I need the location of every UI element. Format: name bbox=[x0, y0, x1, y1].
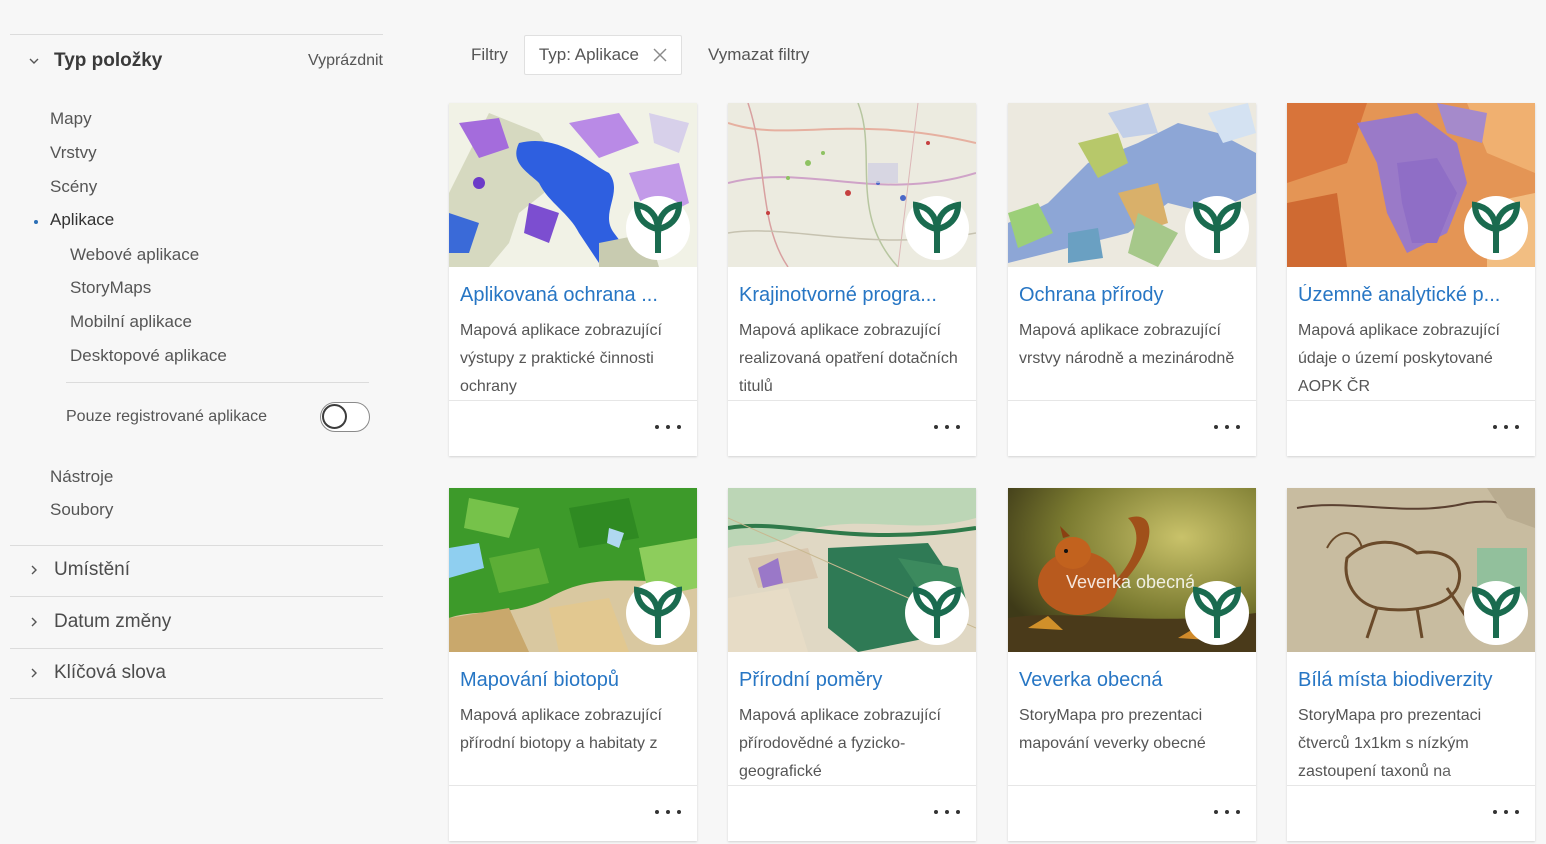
toggle-label: Pouze registrované aplikace bbox=[66, 408, 268, 425]
aopk-leaf-logo-icon bbox=[905, 581, 969, 645]
aopk-leaf-logo-icon bbox=[1185, 581, 1249, 645]
card-description: Mapová aplikace zobrazující realizovaná … bbox=[739, 317, 969, 401]
divider bbox=[10, 698, 383, 699]
card-title[interactable]: Územně analytické p... bbox=[1298, 284, 1526, 307]
card-thumbnail[interactable] bbox=[449, 103, 697, 267]
card-description: Mapová aplikace zobrazující přírodní bio… bbox=[460, 702, 690, 786]
type-subitem-desktop-apps[interactable]: Desktopové aplikace bbox=[70, 346, 227, 366]
active-filters-bar: Filtry Typ: Aplikace Vymazat filtry bbox=[471, 35, 809, 75]
divider bbox=[10, 34, 383, 35]
type-subitem-storymaps[interactable]: StoryMaps bbox=[70, 278, 151, 298]
divider bbox=[10, 648, 383, 649]
more-options-icon[interactable] bbox=[934, 417, 960, 437]
card-thumbnail[interactable]: Veverka obecná bbox=[1008, 488, 1256, 652]
registered-apps-toggle[interactable] bbox=[320, 402, 370, 432]
card-footer bbox=[728, 400, 976, 456]
more-options-icon[interactable] bbox=[655, 802, 681, 822]
type-subitem-web-apps[interactable]: Webové aplikace bbox=[70, 245, 199, 265]
card-footer bbox=[1287, 785, 1535, 841]
more-options-icon[interactable] bbox=[1214, 417, 1240, 437]
close-icon[interactable] bbox=[651, 46, 669, 64]
card-thumbnail[interactable] bbox=[728, 488, 976, 652]
type-item-scenes[interactable]: Scény bbox=[50, 177, 97, 197]
facet-header-keywords[interactable]: Klíčová slova bbox=[10, 658, 383, 688]
card-title[interactable]: Aplikovaná ochrana ... bbox=[460, 284, 688, 307]
active-bullet bbox=[34, 220, 38, 224]
type-item-maps[interactable]: Mapy bbox=[50, 109, 92, 129]
filter-chip-type[interactable]: Typ: Aplikace bbox=[523, 35, 682, 75]
item-card[interactable]: Územně analytické p... Mapová aplikace z… bbox=[1287, 103, 1535, 456]
filter-chip-label: Typ: Aplikace bbox=[538, 45, 639, 64]
item-card[interactable]: Mapování biotopů Mapová aplikace zobrazu… bbox=[449, 488, 697, 841]
card-title[interactable]: Ochrana přírody bbox=[1019, 284, 1247, 307]
more-options-icon[interactable] bbox=[1493, 417, 1519, 437]
facet-title: Datum změny bbox=[54, 611, 172, 632]
card-title[interactable]: Veverka obecná bbox=[1019, 669, 1247, 692]
aopk-leaf-logo-icon bbox=[626, 196, 690, 260]
card-thumbnail[interactable] bbox=[1008, 103, 1256, 267]
card-thumbnail[interactable] bbox=[1287, 103, 1535, 267]
clear-filters-button[interactable]: Vymazat filtry bbox=[708, 45, 809, 65]
card-description: StoryMapa pro prezentaci mapování veverk… bbox=[1019, 702, 1249, 786]
card-footer bbox=[449, 785, 697, 841]
facet-header-modified-date[interactable]: Datum změny bbox=[10, 607, 383, 637]
card-footer bbox=[1008, 785, 1256, 841]
card-footer bbox=[728, 785, 976, 841]
type-item-tools[interactable]: Nástroje bbox=[50, 467, 113, 487]
divider bbox=[10, 596, 383, 597]
aopk-leaf-logo-icon bbox=[1464, 581, 1528, 645]
thumbnail-caption: Veverka obecná bbox=[1066, 572, 1196, 592]
item-card[interactable]: Veverka obecná Veverka obecná StoryMapa … bbox=[1008, 488, 1256, 841]
filters-label: Filtry bbox=[471, 45, 508, 64]
type-item-layers[interactable]: Vrstvy bbox=[50, 143, 97, 163]
card-thumbnail[interactable] bbox=[1287, 488, 1535, 652]
facet-title: Klíčová slova bbox=[54, 662, 166, 683]
card-description: Mapová aplikace zobrazující údaje o územ… bbox=[1298, 317, 1528, 401]
card-title[interactable]: Krajinotvorné progra... bbox=[739, 284, 967, 307]
type-subitem-mobile-apps[interactable]: Mobilní aplikace bbox=[70, 312, 192, 332]
item-card[interactable]: Ochrana přírody Mapová aplikace zobrazuj… bbox=[1008, 103, 1256, 456]
chevron-right-icon bbox=[24, 560, 44, 580]
card-thumbnail[interactable] bbox=[728, 103, 976, 267]
card-thumbnail[interactable] bbox=[449, 488, 697, 652]
item-card[interactable]: Krajinotvorné progra... Mapová aplikace … bbox=[728, 103, 976, 456]
card-description: StoryMapa pro prezentaci čtverců 1x1km s… bbox=[1298, 702, 1528, 786]
aopk-leaf-logo-icon bbox=[905, 196, 969, 260]
aopk-leaf-logo-icon bbox=[1185, 196, 1249, 260]
more-options-icon[interactable] bbox=[1214, 802, 1240, 822]
type-item-apps[interactable]: Aplikace bbox=[50, 210, 114, 230]
page: Typ položky Vyprázdnit Mapy Vrstvy Scény… bbox=[10, 10, 1546, 844]
filter-sidebar: Typ položky Vyprázdnit Mapy Vrstvy Scény… bbox=[10, 10, 383, 844]
chevron-down-icon bbox=[24, 51, 44, 71]
more-options-icon[interactable] bbox=[655, 417, 681, 437]
divider bbox=[10, 545, 383, 546]
card-title[interactable]: Bílá místa biodiverzity bbox=[1298, 669, 1526, 692]
card-footer bbox=[449, 400, 697, 456]
aopk-leaf-logo-icon bbox=[626, 581, 690, 645]
more-options-icon[interactable] bbox=[934, 802, 960, 822]
chevron-right-icon bbox=[24, 663, 44, 683]
toggle-knob bbox=[322, 404, 347, 429]
type-item-files[interactable]: Soubory bbox=[50, 500, 113, 520]
aopk-leaf-logo-icon bbox=[1464, 196, 1528, 260]
chevron-right-icon bbox=[24, 612, 44, 632]
card-footer bbox=[1008, 400, 1256, 456]
item-card[interactable]: Bílá místa biodiverzity StoryMapa pro pr… bbox=[1287, 488, 1535, 841]
clear-type-button[interactable]: Vyprázdnit bbox=[308, 52, 383, 70]
divider bbox=[66, 382, 369, 383]
card-description: Mapová aplikace zobrazující přírodovědné… bbox=[739, 702, 969, 786]
registered-apps-toggle-row: Pouze registrované aplikace bbox=[66, 400, 370, 434]
facet-header-item-type[interactable]: Typ položky Vyprázdnit bbox=[10, 46, 383, 76]
card-footer bbox=[1287, 400, 1535, 456]
facet-title: Umístění bbox=[54, 559, 131, 580]
more-options-icon[interactable] bbox=[1493, 802, 1519, 822]
card-description: Mapová aplikace zobrazující výstupy z pr… bbox=[460, 317, 690, 401]
card-title[interactable]: Přírodní poměry bbox=[739, 669, 967, 692]
card-description: Mapová aplikace zobrazující vrstvy národ… bbox=[1019, 317, 1249, 401]
card-title[interactable]: Mapování biotopů bbox=[460, 669, 688, 692]
facet-title: Typ položky bbox=[54, 50, 163, 71]
facet-header-location[interactable]: Umístění bbox=[10, 555, 383, 585]
item-card[interactable]: Přírodní poměry Mapová aplikace zobrazuj… bbox=[728, 488, 976, 841]
item-card[interactable]: Aplikovaná ochrana ... Mapová aplikace z… bbox=[449, 103, 697, 456]
